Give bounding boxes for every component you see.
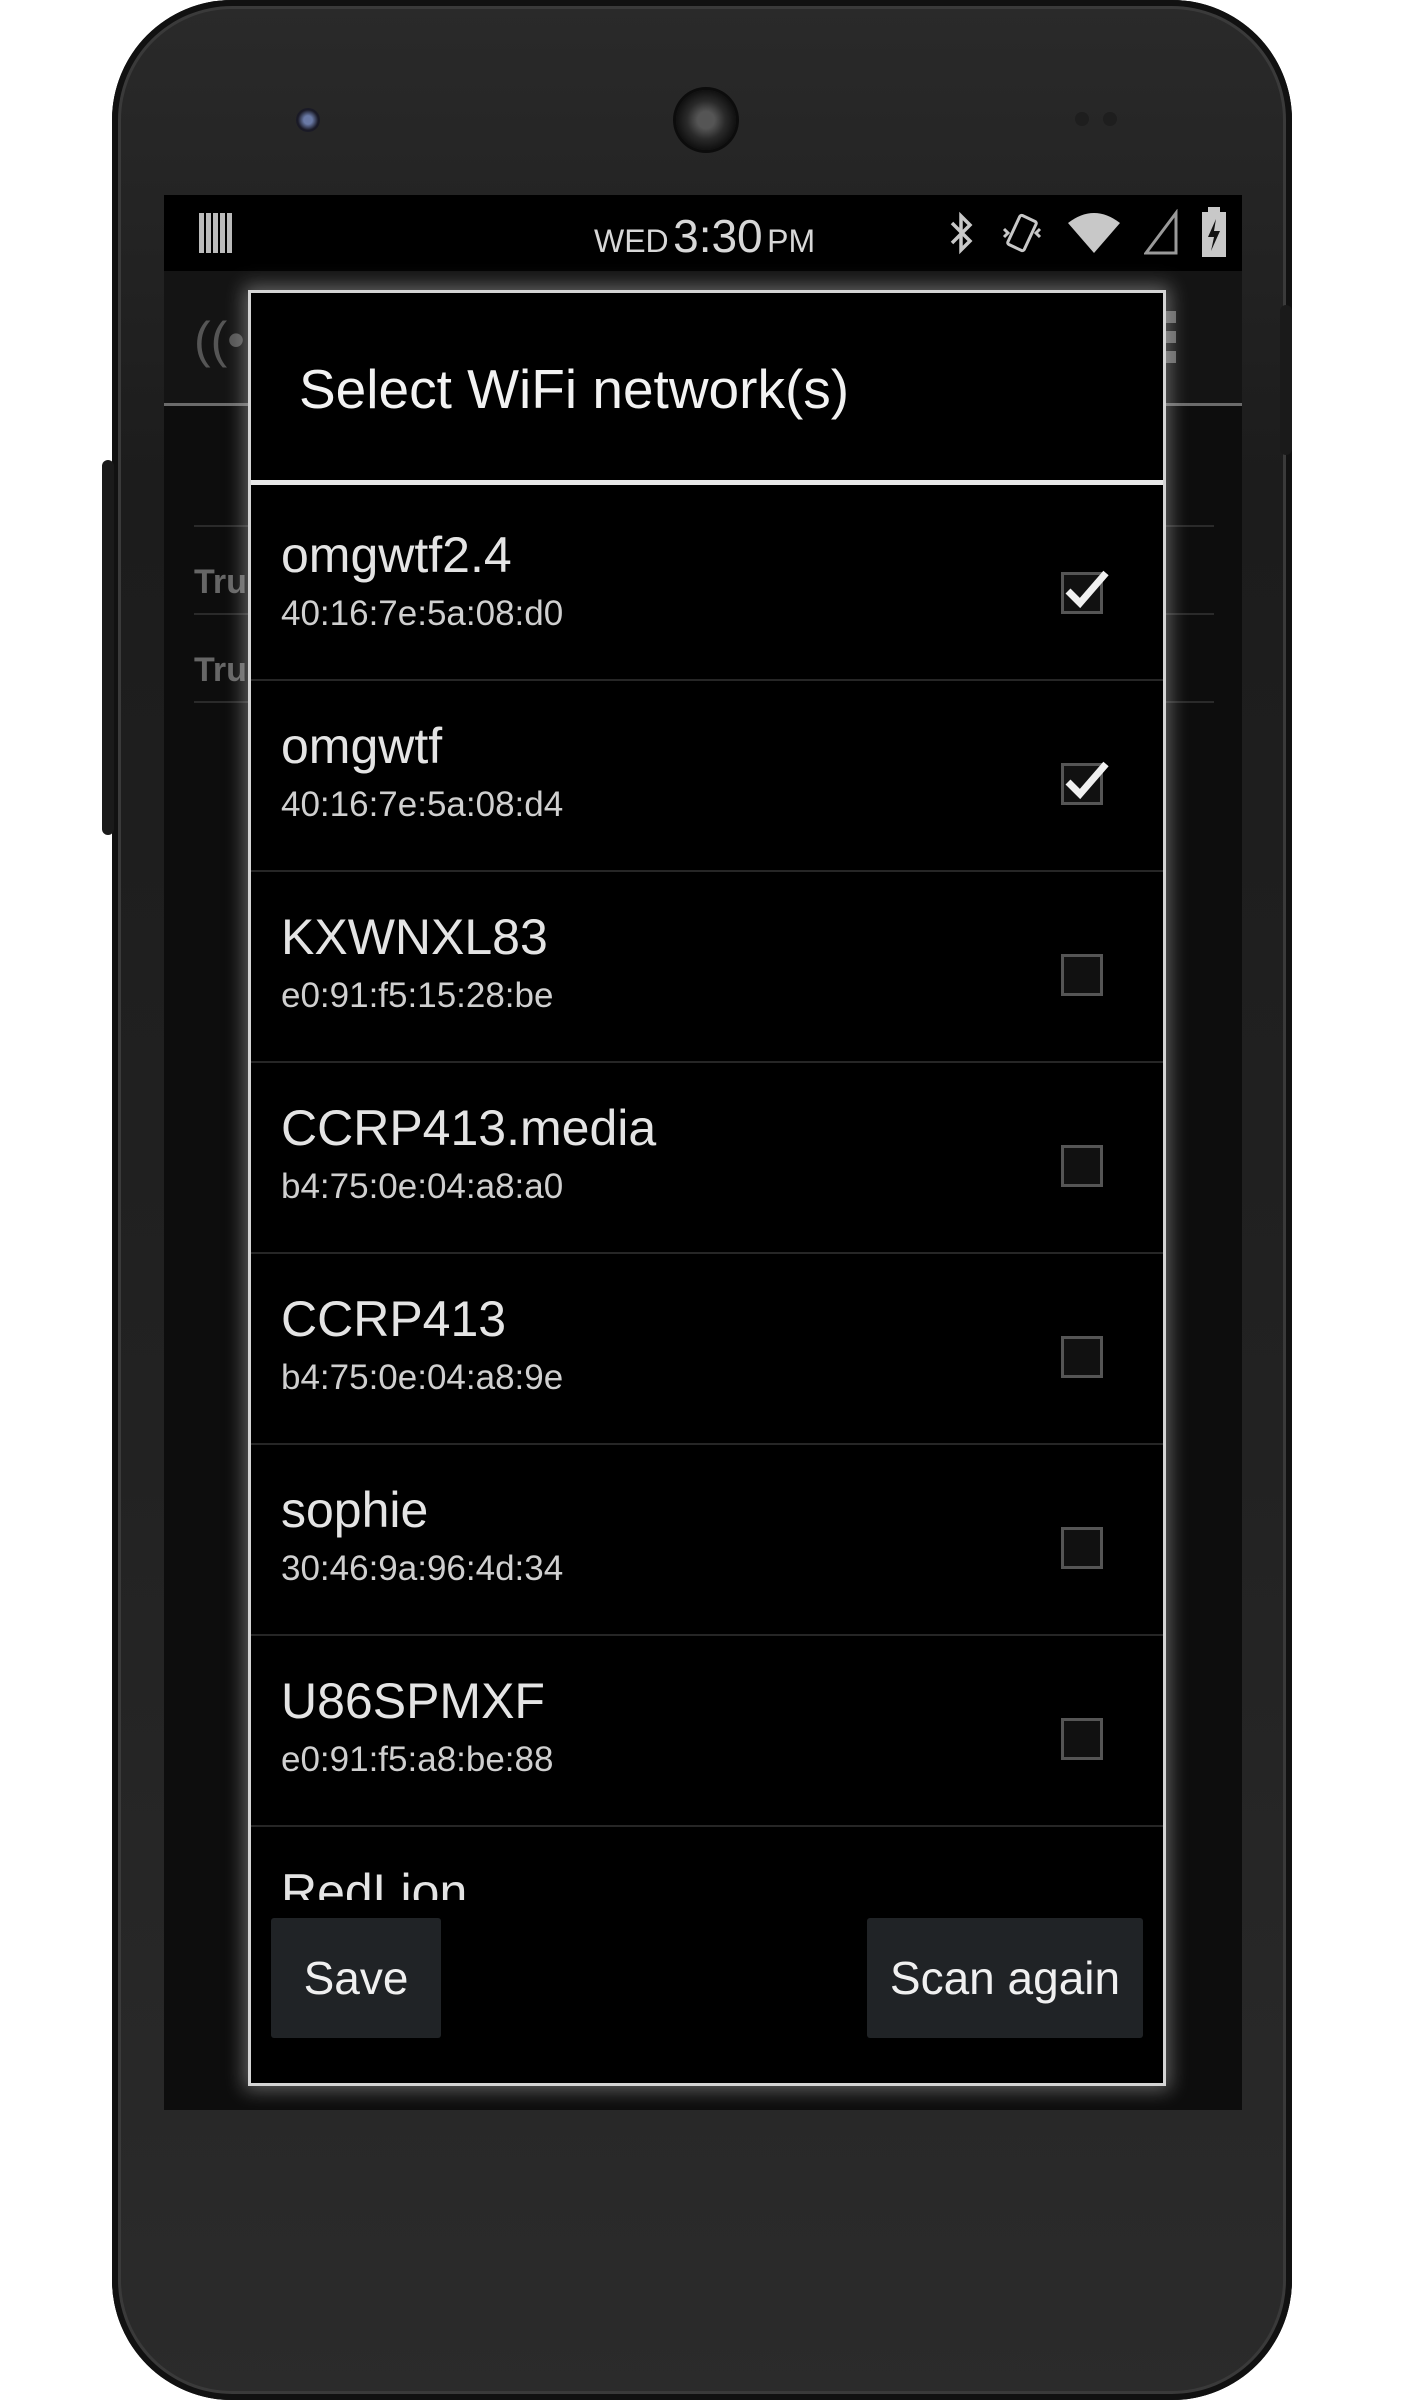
network-list[interactable]: omgwtf2.4 40:16:7e:5a:08:d0 omgwtf 40:16… [251, 490, 1163, 1900]
network-checkbox[interactable] [1061, 1336, 1103, 1378]
barcode-notification-icon [199, 213, 235, 253]
status-icons [944, 207, 1228, 259]
network-checkbox[interactable] [1061, 1718, 1103, 1760]
network-ssid: U86SPMXF [281, 1673, 545, 1729]
dialog-title: Select WiFi network(s) [251, 293, 1163, 485]
network-item[interactable]: KXWNXL83 e0:91:f5:15:28:be [251, 872, 1163, 1063]
network-bssid: 40:16:7e:5a:08:d0 [281, 594, 564, 633]
network-checkbox[interactable] [1061, 1527, 1103, 1569]
power-button [1280, 305, 1292, 455]
battery-charging-icon [1200, 207, 1228, 259]
network-ssid: CCRP413 [281, 1291, 507, 1347]
wifi-icon [1066, 209, 1122, 257]
proximity-sensors [1075, 112, 1125, 128]
network-ssid: omgwtf [281, 718, 443, 774]
background-row-label: Tru [194, 563, 247, 601]
network-bssid: b4:75:0e:04:a8:a0 [281, 1167, 564, 1206]
network-checkbox[interactable] [1061, 1145, 1103, 1187]
app-logo-icon: ((• [194, 312, 245, 368]
network-bssid: b4:75:0e:04:a8:9e [281, 1358, 564, 1397]
checkmark-icon [1065, 761, 1109, 800]
wifi-select-dialog: Select WiFi network(s) omgwtf2.4 40:16:7… [248, 290, 1166, 2086]
network-ssid: RedLion [281, 1864, 468, 1900]
save-button[interactable]: Save [271, 1918, 441, 2038]
status-clock: WED 3:30 PM [594, 209, 816, 262]
network-ssid: omgwtf2.4 [281, 527, 512, 583]
network-item[interactable]: sophie 30:46:9a:96:4d:34 [251, 1445, 1163, 1636]
overflow-menu-icon[interactable] [1164, 311, 1178, 367]
network-item[interactable]: omgwtf2.4 40:16:7e:5a:08:d0 [251, 490, 1163, 681]
screen: WED 3:30 PM ((• Tru Tru Select WiFi netw… [164, 195, 1242, 2110]
background-row-label: Tru [194, 651, 247, 689]
network-bssid: e0:91:f5:a8:be:88 [281, 1740, 554, 1779]
network-ssid: KXWNXL83 [281, 909, 548, 965]
network-checkbox[interactable] [1061, 954, 1103, 996]
clock-time: 3:30 [673, 210, 763, 262]
bluetooth-icon [944, 209, 978, 257]
network-checkbox[interactable] [1061, 570, 1109, 614]
clock-ampm: PM [767, 223, 816, 259]
signal-icon [1144, 209, 1178, 257]
network-item[interactable]: omgwtf 40:16:7e:5a:08:d4 [251, 681, 1163, 872]
network-item[interactable]: CCRP413 b4:75:0e:04:a8:9e [251, 1254, 1163, 1445]
network-bssid: 30:46:9a:96:4d:34 [281, 1549, 564, 1588]
network-item[interactable]: U86SPMXF e0:91:f5:a8:be:88 [251, 1636, 1163, 1827]
network-bssid: e0:91:f5:15:28:be [281, 976, 554, 1015]
network-ssid: CCRP413.media [281, 1100, 657, 1156]
clock-day: WED [594, 223, 669, 259]
scan-again-button[interactable]: Scan again [867, 1918, 1143, 2038]
network-checkbox[interactable] [1061, 761, 1109, 805]
network-item[interactable]: CCRP413.media b4:75:0e:04:a8:a0 [251, 1063, 1163, 1254]
network-ssid: sophie [281, 1482, 429, 1538]
dialog-button-bar: Save Scan again [251, 1900, 1163, 2083]
earpiece-speaker [676, 90, 736, 150]
volume-button [102, 460, 114, 835]
network-bssid: 40:16:7e:5a:08:d4 [281, 785, 564, 824]
status-bar: WED 3:30 PM [164, 195, 1242, 271]
vibrate-icon [1000, 209, 1044, 257]
front-camera [296, 108, 320, 132]
network-item[interactable]: RedLion [251, 1827, 1163, 1900]
checkmark-icon [1065, 570, 1109, 609]
